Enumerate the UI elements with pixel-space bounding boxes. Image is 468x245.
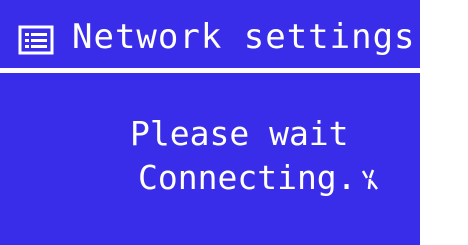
header-bar: Network settings: [0, 0, 420, 74]
outer-background: [420, 0, 468, 245]
header-divider: [0, 68, 420, 73]
status-line-please-wait: Please wait: [130, 114, 349, 153]
connecting-text: Connecting.: [138, 158, 357, 197]
status-message: Please wait Connecting.: [130, 112, 430, 200]
screen-title: Network settings: [72, 17, 416, 57]
display-screen: Network settings Please wait Connecting.: [0, 0, 468, 245]
status-line-connecting: Connecting.: [138, 156, 430, 200]
busy-spinner-icon: [357, 160, 383, 190]
menu-list-icon: [18, 25, 58, 55]
